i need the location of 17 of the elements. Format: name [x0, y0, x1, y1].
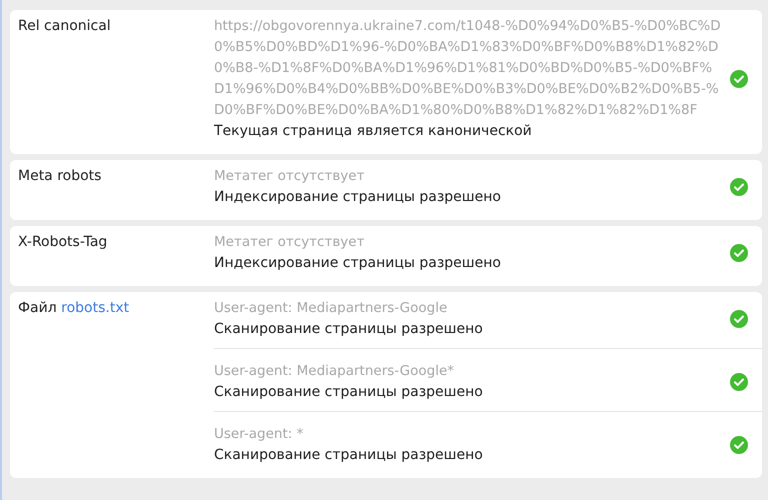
- result-text: Текущая страница является канонической: [214, 122, 533, 141]
- result-text: Индексирование страницы разрешено: [214, 254, 502, 273]
- detail-text: Метатег отсутствует: [214, 167, 366, 186]
- detail-text: User-agent: Mediapartners-Google*: [214, 362, 456, 381]
- result-text: Сканирование страницы разрешено: [214, 320, 484, 339]
- result-text: Индексирование страницы разрешено: [214, 188, 502, 207]
- row-label: X-Robots-Tag: [18, 234, 108, 250]
- detail-text: https://obgovorennya.ukraine7.com/t1048-%D0%94%D0%B5-%D0%BC%D0%B5%D0%BD%D1%96-%D0%BA%D1%83%D0%BF%D0%B8%D1%82%D0%B8-%D1%8F%D0%BA%D1%96%D1%81%D0%BD%D0%B5-%D0%BF%D1%96%D0%B4%D0%BB%D0%BE%D0%B3%D0%BE%D0%B2%D0%B5-%D0%BF%D0%BE%D0%BA%D1%80%D0%B8%D1%82%D1%82%D1%8F: [214, 17, 722, 120]
- result-text: Сканирование страницы разрешено: [214, 446, 484, 465]
- result-text: Сканирование страницы разрешено: [214, 383, 484, 402]
- detail-text: Метатег отсутствует: [214, 233, 366, 252]
- robots-link[interactable]: robots.txt: [61, 300, 130, 316]
- row-label: Rel canonical: [18, 18, 111, 34]
- detail-text: User-agent: *: [214, 425, 304, 444]
- detail-text: User-agent: Mediapartners-Google: [214, 299, 448, 318]
- row-label: Meta robots: [18, 168, 102, 184]
- row-label: Файл: [18, 300, 58, 316]
